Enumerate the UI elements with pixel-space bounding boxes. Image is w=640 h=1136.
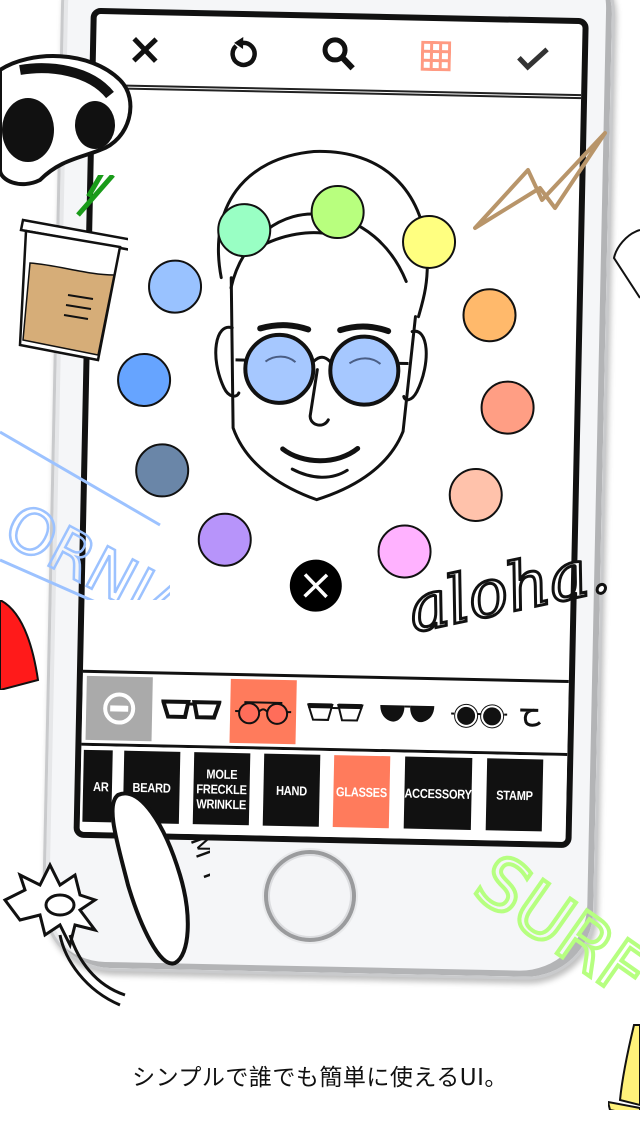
- tab-accessory[interactable]: ACCESSORY: [403, 756, 473, 830]
- surf-text-doodle: SURF: [459, 850, 640, 1000]
- grid-button[interactable]: [414, 34, 459, 79]
- undo-icon: [230, 37, 257, 68]
- item-round-dark[interactable]: [445, 683, 512, 748]
- lightning-doodle-icon: [473, 131, 607, 230]
- remove-item-button[interactable]: [289, 559, 343, 613]
- white-shape-outline-icon: [612, 229, 640, 299]
- palm-tree-icon: [2, 861, 126, 1007]
- avatar-face: [214, 150, 429, 502]
- color-swatch-light-blue[interactable]: [147, 259, 203, 315]
- sunglasses-sticker-icon: [0, 54, 133, 187]
- check-icon: [517, 47, 550, 71]
- glasses-clubmaster-icon: [306, 703, 364, 722]
- tab-label: ACCESSORY: [404, 785, 472, 802]
- glasses-partial-icon: [520, 708, 542, 727]
- color-swatch-purple[interactable]: [197, 512, 253, 568]
- sunglasses-round-icon: [451, 703, 508, 729]
- caption-text: シンプルで誰でも簡単に使えるUI。: [132, 1065, 508, 1091]
- zoom-button[interactable]: [316, 32, 361, 77]
- item-none[interactable]: [85, 675, 153, 742]
- home-button[interactable]: [264, 850, 356, 942]
- tab-label: GLASSES: [335, 783, 388, 800]
- tab-label: HAND: [275, 782, 308, 799]
- grid-icon: [420, 40, 452, 72]
- color-swatch-orange[interactable]: [461, 287, 518, 343]
- aloha-text-doodle: aloha.: [399, 529, 617, 640]
- item-round-bridge[interactable]: [229, 678, 297, 745]
- glasses-round-icon: [235, 701, 292, 725]
- california-text: ORNIA: [0, 489, 170, 600]
- color-swatch-yellow[interactable]: [401, 214, 457, 270]
- item-aviator[interactable]: [373, 682, 440, 747]
- glasses-overlay: [235, 332, 409, 407]
- toolbar: [95, 13, 583, 100]
- item-partial[interactable]: [517, 685, 548, 750]
- tab-hand[interactable]: HAND: [262, 753, 321, 827]
- california-text-doodle: ORNIA: [0, 430, 170, 600]
- tab-stamp[interactable]: STAMP: [485, 758, 544, 832]
- item-wayfarer[interactable]: [158, 677, 225, 742]
- color-swatch-peach[interactable]: [448, 467, 504, 523]
- iced-coffee-icon: [18, 175, 128, 362]
- aloha-text: aloha.: [401, 530, 616, 640]
- glasses-item-row: [81, 669, 569, 756]
- color-swatch-salmon[interactable]: [480, 380, 536, 436]
- close-circle-icon: [303, 573, 329, 599]
- tab-label: STAMP: [496, 786, 534, 803]
- red-cap-icon: [0, 600, 40, 690]
- minus-circle-icon: [103, 692, 136, 725]
- tab-glasses[interactable]: GLASSES: [332, 755, 391, 829]
- glasses-wayfarer-icon: [160, 699, 222, 720]
- surf-text: SURF: [461, 850, 640, 1000]
- item-clubmaster[interactable]: [301, 680, 368, 745]
- done-button[interactable]: [511, 36, 556, 81]
- sunglasses-aviator-icon: [380, 705, 435, 723]
- undo-button[interactable]: [219, 30, 264, 75]
- search-icon: [322, 37, 355, 71]
